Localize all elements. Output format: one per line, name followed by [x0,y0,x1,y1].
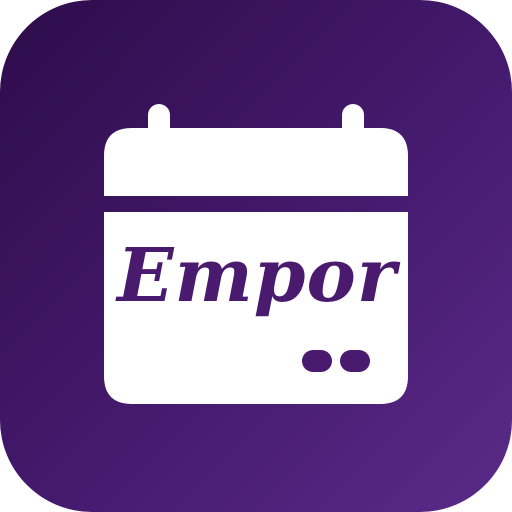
app-wordmark: Empor [117,233,397,319]
calendar-header [104,128,408,196]
app-icon[interactable]: Empor [0,0,512,512]
